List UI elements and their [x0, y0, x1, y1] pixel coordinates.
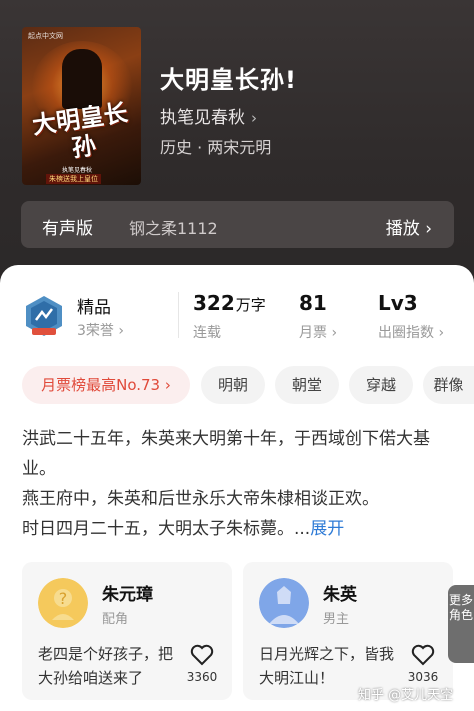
cover-slogan: 朱樉送我上皇位: [46, 174, 101, 184]
audio-narrator: 钢之柔1112: [129, 219, 218, 238]
popularity-level: Lv3: [378, 291, 418, 315]
like-count: 3360: [186, 670, 218, 684]
character-card[interactable]: ? 朱元璋 配角 老四是个好孩子，把大孙给咱送来了 3360: [22, 562, 232, 700]
description-line: 时日四月二十五，大明太子朱标薨。...展开: [22, 519, 345, 539]
character-name: 朱英: [323, 585, 357, 605]
book-title: 大明皇长孙!: [160, 66, 297, 94]
tag-time-travel[interactable]: 穿越: [349, 366, 413, 404]
audio-version-bar[interactable]: 有声版 钢之柔1112 播放 ›: [21, 201, 454, 248]
stats-divider: [178, 292, 179, 338]
watermark: 知乎 @艾儿天空: [358, 688, 454, 703]
character-role: 配角: [102, 612, 129, 627]
like-count: 3036: [407, 670, 439, 684]
description-line: 洪武二十五年，朱英来大明第十年，于西域创下偌大基业。: [22, 429, 430, 479]
chevron-right-icon: ›: [251, 109, 257, 127]
character-role: 男主: [323, 612, 350, 627]
cover-figure: [62, 49, 102, 109]
book-category: 历史 · 两宋元明: [160, 138, 272, 157]
svg-text:?: ?: [59, 589, 68, 608]
honors-link[interactable]: 3荣誉 ›: [77, 320, 124, 340]
author-name: 执笔见春秋: [160, 108, 245, 128]
monthly-ticket-count: 81: [299, 291, 327, 315]
tag-rank[interactable]: 月票榜最高No.73 ›: [22, 366, 190, 404]
heart-icon[interactable]: [411, 644, 435, 666]
character-avatar-icon: [259, 578, 309, 628]
more-characters-tab[interactable]: 更多角色: [448, 585, 474, 663]
quality-badge-icon[interactable]: [22, 294, 66, 338]
audio-label: 有声版: [42, 219, 93, 239]
character-card[interactable]: 朱英 男主 日月光辉之下，皆我大明江山！ 3036: [243, 562, 453, 700]
monthly-ticket-link[interactable]: 月票 ›: [299, 322, 337, 342]
serial-status: 连载: [193, 325, 221, 341]
badge-label: 精品: [77, 298, 111, 318]
tag-ming[interactable]: 明朝: [201, 366, 265, 404]
author-link[interactable]: 执笔见春秋 ›: [160, 103, 257, 128]
book-cover[interactable]: 起点中文网 大明皇长孙 执笔见春秋 朱樉送我上皇位: [22, 27, 141, 185]
character-quote: 老四是个好孩子，把大孙给咱送来了: [38, 645, 174, 687]
cover-publisher: 起点中文网: [28, 32, 63, 40]
book-description: 洪武二十五年，朱英来大明第十年，于西域创下偌大基业。 燕王府中，朱英和后世永乐大…: [22, 424, 454, 544]
avatar-placeholder-icon: ?: [38, 578, 88, 628]
expand-link[interactable]: 展开: [310, 519, 344, 539]
cover-title: 大明皇长孙: [30, 97, 130, 163]
description-line: 燕王府中，朱英和后世永乐大帝朱棣相谈正欢。: [22, 489, 379, 509]
word-count: 322万字: [193, 291, 266, 315]
tag-court[interactable]: 朝堂: [275, 366, 339, 404]
play-button[interactable]: 播放 ›: [386, 214, 432, 239]
character-quote: 日月光辉之下，皆我大明江山！: [259, 645, 395, 687]
popularity-index-link[interactable]: 出圈指数 ›: [378, 322, 444, 342]
tag-ensemble[interactable]: 群像: [423, 366, 474, 404]
cover-author: 执笔见春秋: [62, 167, 93, 174]
heart-icon[interactable]: [190, 644, 214, 666]
character-name: 朱元璋: [102, 585, 153, 605]
